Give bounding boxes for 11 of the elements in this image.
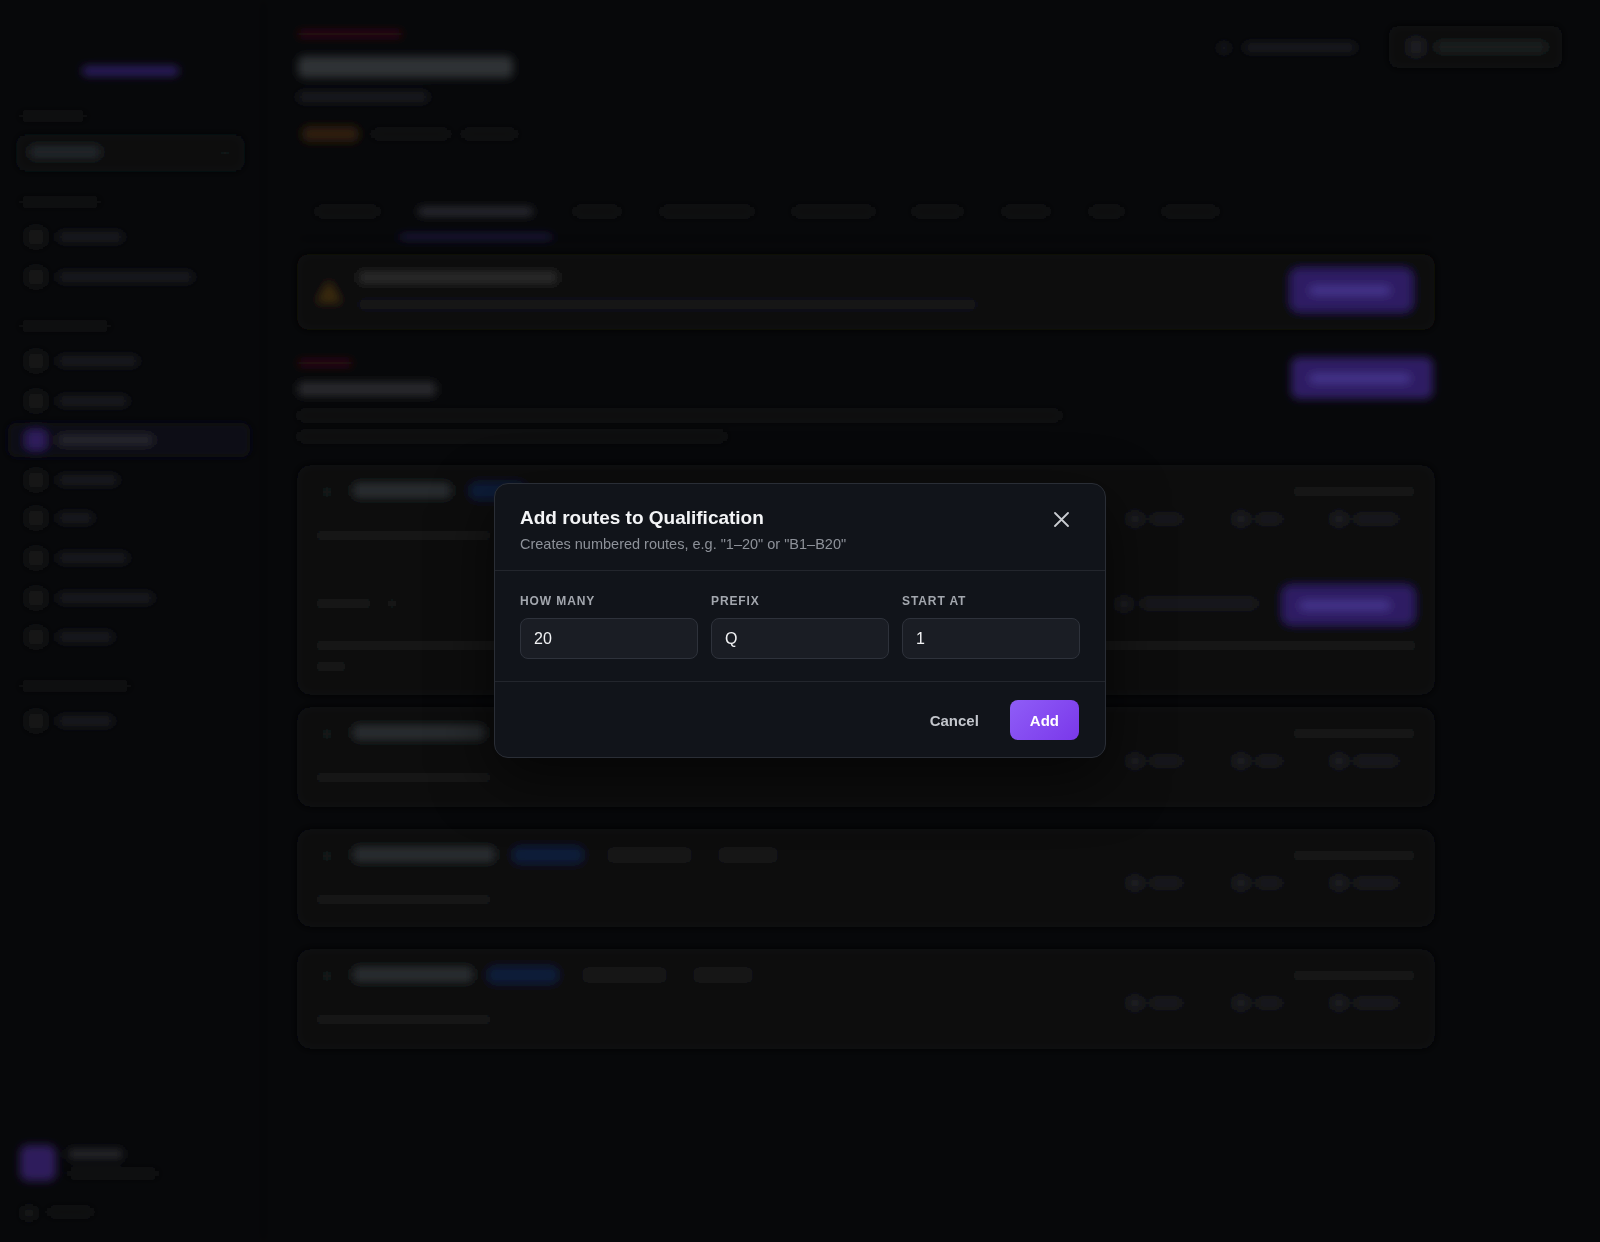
dialog-title: Add routes to Qualification — [520, 506, 765, 530]
field-label: PREFIX — [711, 593, 761, 609]
close-icon[interactable] — [1054, 512, 1069, 527]
input-field[interactable]: 1 — [902, 618, 1080, 659]
field-label: START AT — [902, 593, 968, 609]
field-label: HOW MANY — [520, 593, 597, 609]
dialog-subtitle: Creates numbered routes, e.g. "1–20" or "B1–B20" — [520, 535, 847, 554]
cancel-button[interactable]: Cancel — [913, 700, 995, 740]
input-field[interactable]: Q — [711, 618, 889, 659]
input-field[interactable]: 20 — [520, 618, 698, 659]
add-button[interactable]: Add — [1009, 700, 1079, 740]
